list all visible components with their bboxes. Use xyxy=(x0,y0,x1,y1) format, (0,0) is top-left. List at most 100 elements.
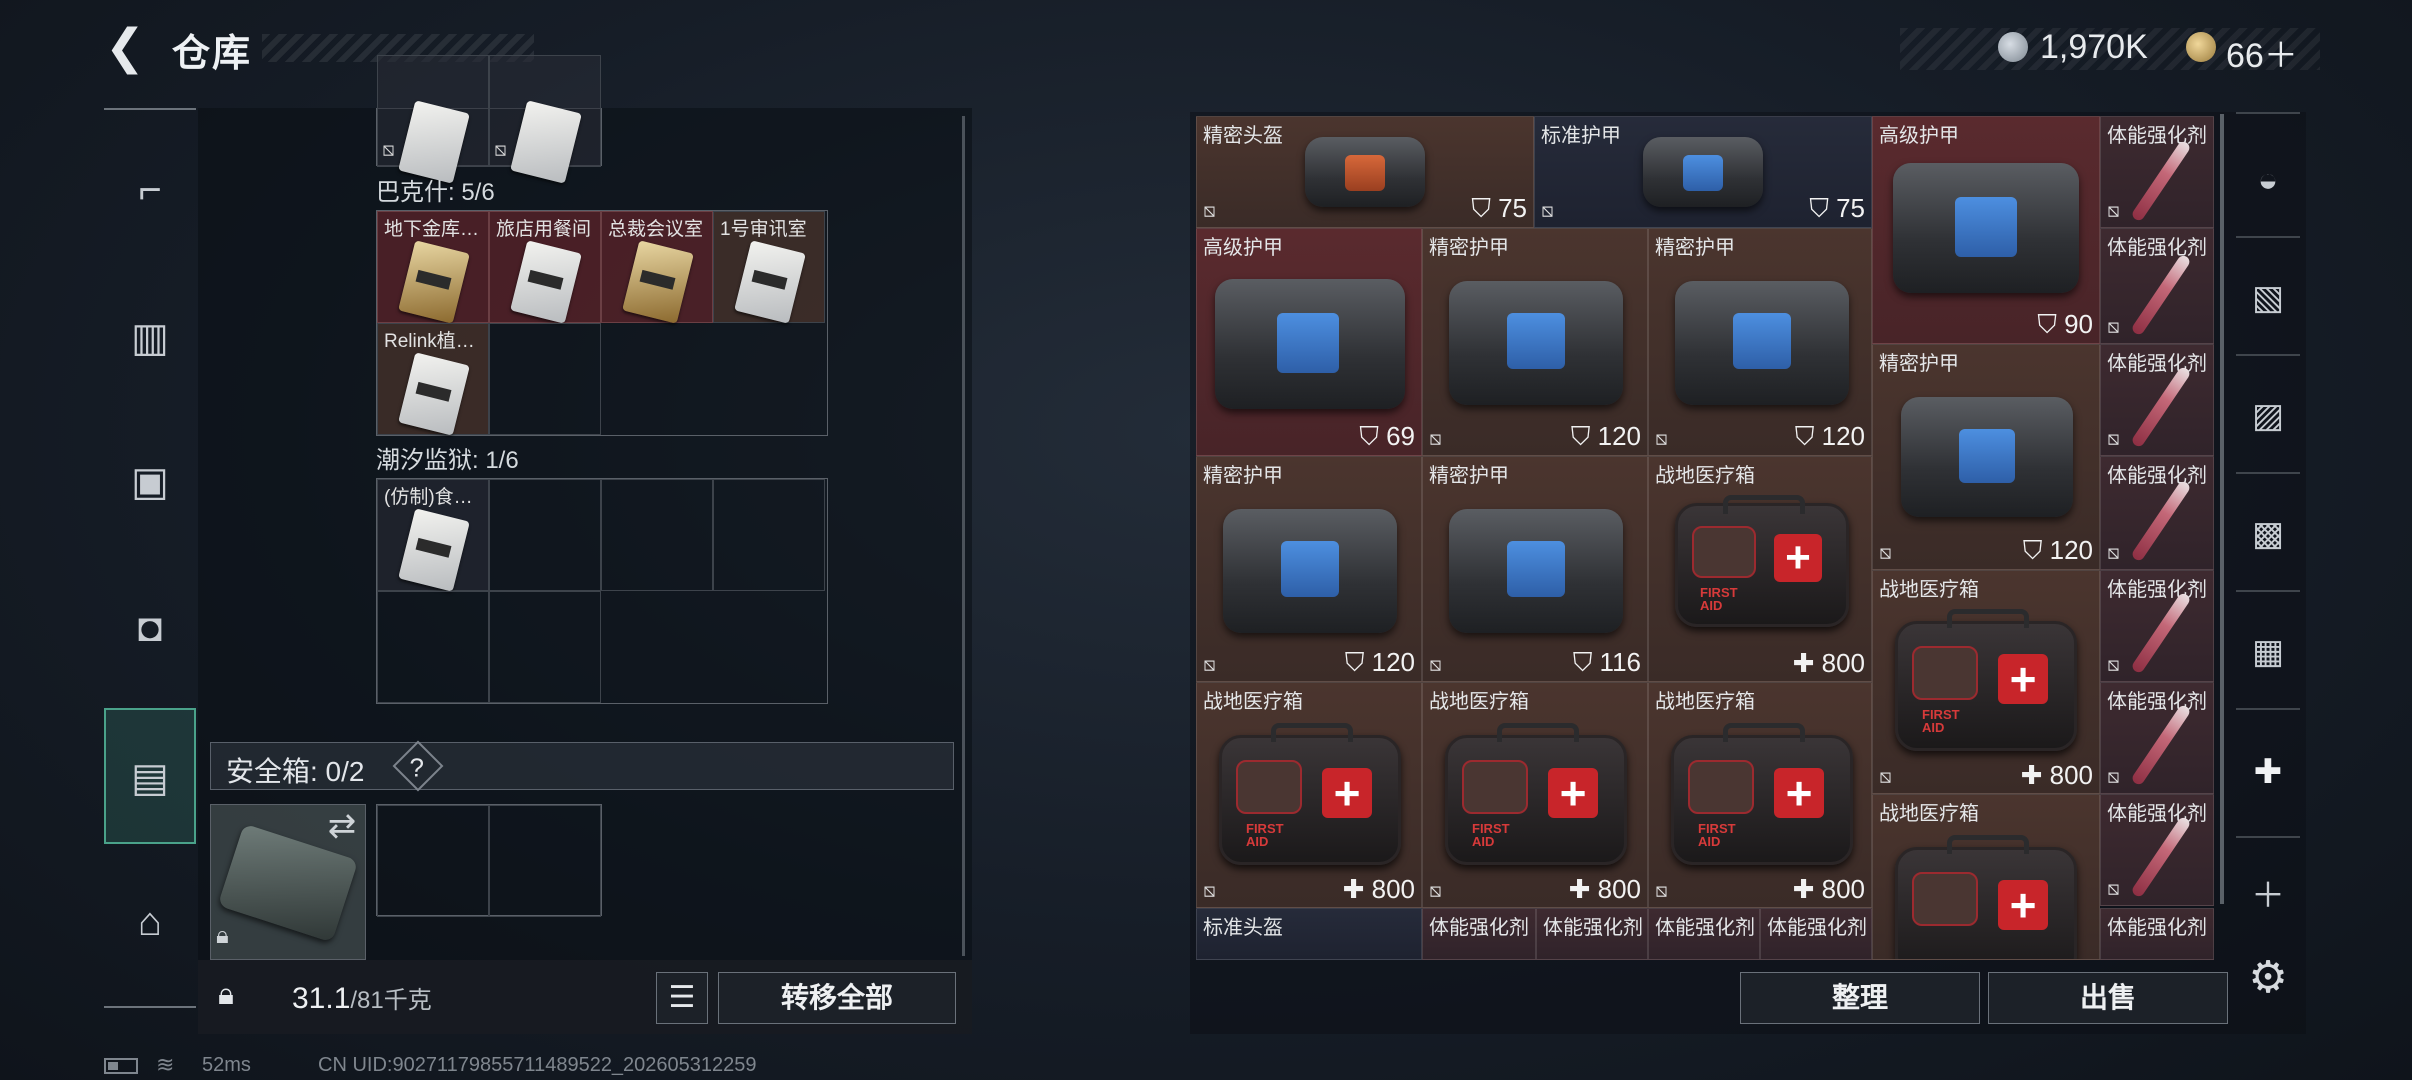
keycard-icon xyxy=(398,240,470,324)
durability: ⛉ 75 xyxy=(1809,193,1865,223)
key-card-slot[interactable]: 总裁会议室 xyxy=(601,211,713,324)
inventory-item[interactable]: 精密护甲 ⧅ ⛉ 116 xyxy=(1422,456,1648,682)
inventory-item[interactable]: 精密护甲 ⧅ ⛉ 120 xyxy=(1648,228,1872,456)
syringe-icon xyxy=(2130,591,2192,675)
heal-amount: ✚ 800 xyxy=(1568,874,1641,904)
inventory-item[interactable]: 高级护甲 ⛉ 90 xyxy=(1872,116,2100,344)
safe-case-icon[interactable]: ▤ xyxy=(104,708,196,844)
inventory-item[interactable]: 战地医疗箱 FIRST AID + ⧅ ✚ 800 xyxy=(1648,682,1872,908)
no-drop-icon: ⧅ xyxy=(2107,542,2120,564)
inventory-item[interactable]: 精密头盔 ⧅ ⛉ 75 xyxy=(1196,116,1534,228)
key-group-label: 潮汐监狱: 1/6 xyxy=(376,447,519,474)
inventory-item[interactable]: 精密护甲 ⧅ ⛉ 120 xyxy=(1196,456,1422,682)
inventory-item[interactable]: 体能强化剂 ⧅ xyxy=(2100,570,2214,682)
inventory-item[interactable]: 标准护甲 ⧅ ⛉ 75 xyxy=(1534,116,1872,228)
sort-button[interactable]: 整理 xyxy=(1740,972,1980,1024)
swap-icon[interactable]: ⇄ xyxy=(322,806,362,846)
key-group-grid: (仿制)食… xyxy=(376,478,828,704)
key-card-slot[interactable]: Relink植… xyxy=(377,323,489,436)
storage-scrollbar[interactable] xyxy=(962,116,965,956)
empty-slot[interactable] xyxy=(489,323,601,435)
settings-gear-icon[interactable]: ⚙ xyxy=(2236,946,2300,1010)
tier4-folder-icon[interactable]: ▨ xyxy=(2236,384,2300,448)
pistol-icon[interactable]: ⌐ xyxy=(104,144,196,236)
grid-cell[interactable]: ⧅ xyxy=(489,55,601,184)
heal-amount: ✚ 800 xyxy=(1792,648,1865,678)
empty-slot[interactable] xyxy=(489,805,601,917)
key-card-slot[interactable]: 1号审讯室 xyxy=(713,211,825,324)
vest-icon[interactable]: ▥ xyxy=(104,292,196,384)
inventory-item[interactable]: 体能强化剂 ⧅ xyxy=(2100,228,2214,344)
item-name: 精密护甲 xyxy=(1429,237,1509,259)
user-uid: CN UID:9027117985571148952​2_20260531225… xyxy=(318,1054,757,1076)
premium-coin-icon xyxy=(2186,32,2216,62)
inventory-item[interactable]: 战地医疗箱 FIRST AID + ✚ 800 xyxy=(1648,456,1872,682)
key-card-slot[interactable]: 旅店用餐间 xyxy=(489,211,601,324)
inventory-item[interactable]: 战地医疗箱 FIRST AID + ⧅ ✚ 800 xyxy=(1196,682,1422,908)
armor-icon xyxy=(1223,509,1397,633)
inventory-item[interactable]: 高级护甲 ⛉ 69 xyxy=(1196,228,1422,456)
durability: ⛉ 116 xyxy=(1572,647,1641,677)
back-arrow-icon[interactable]: ❮ xyxy=(100,20,150,76)
inventory-item[interactable]: 战地医疗箱 + xyxy=(1872,794,2100,960)
inventory-item[interactable]: 战地医疗箱 FIRST AID + ⧅ ✚ 800 xyxy=(1422,682,1648,908)
medkit-icon: FIRST AID + xyxy=(1219,735,1401,865)
inventory-item[interactable]: 体能强化剂 xyxy=(2100,908,2214,960)
empty-slot[interactable] xyxy=(713,479,825,591)
item-name: 战地医疗箱 xyxy=(1879,803,1979,825)
item-name: 体能强化剂 xyxy=(1543,917,1643,939)
inventory-item[interactable]: 体能强化剂 ⧅ xyxy=(2100,116,2214,228)
previous-group-grid: ⧅ ⧅ xyxy=(376,55,602,184)
no-drop-icon: ⧅ xyxy=(2107,428,2120,450)
empty-slot[interactable] xyxy=(377,805,489,917)
item-name: 标准头盔 xyxy=(1203,917,1283,939)
inventory-item[interactable]: 精密护甲 ⧅ ⛉ 120 xyxy=(1872,344,2100,570)
safe-box-label: 安全箱: 0/2 xyxy=(226,756,365,787)
bag-icon[interactable]: ◘ xyxy=(104,582,196,674)
item-name: 精密护甲 xyxy=(1879,353,1959,375)
item-name: 体能强化剂 xyxy=(2107,803,2207,825)
inventory-item[interactable]: 体能强化剂 ⧅ xyxy=(2100,344,2214,456)
empty-slot[interactable] xyxy=(489,591,601,703)
item-name: 高级护甲 xyxy=(1879,125,1959,147)
inventory-item[interactable]: 体能强化剂 xyxy=(1536,908,1648,960)
inventory-item[interactable]: 体能强化剂 ⧅ xyxy=(2100,456,2214,570)
syringe-icon xyxy=(2130,815,2192,899)
key-card-slot[interactable]: 地下金库… xyxy=(377,211,489,324)
no-drop-icon: ⧅ xyxy=(2107,316,2120,338)
item-name: 体能强化剂 xyxy=(2107,353,2207,375)
empty-slot[interactable] xyxy=(377,591,489,703)
tier3-device-icon[interactable]: ▦ xyxy=(2236,620,2300,684)
no-drop-icon: ⧅ xyxy=(1429,654,1442,676)
inventory-item[interactable]: 体能强化剂 xyxy=(1422,908,1536,960)
backpack-icon[interactable]: ▣ xyxy=(104,436,196,528)
no-drop-icon: ⧅ xyxy=(1203,880,1216,902)
currency-premium[interactable]: 66＋ xyxy=(2226,28,2298,77)
no-drop-icon: ⧅ xyxy=(1203,200,1216,222)
lock-icon: 🔒︎ xyxy=(216,922,229,949)
list-view-button[interactable]: ☰ xyxy=(656,972,708,1024)
transfer-all-button[interactable]: 转移全部 xyxy=(718,972,956,1024)
empty-slot[interactable] xyxy=(601,479,713,591)
empty-slot[interactable] xyxy=(489,479,601,591)
inventory-item[interactable]: 体能强化剂 xyxy=(1760,908,1872,960)
durability: ⛉ 120 xyxy=(1344,647,1415,677)
inventory-item[interactable]: 精密护甲 ⧅ ⛉ 120 xyxy=(1422,228,1648,456)
item-name: 精密护甲 xyxy=(1655,237,1735,259)
helmet-filter-icon[interactable]: ◒ xyxy=(2236,148,2300,212)
tier4-device-icon[interactable]: ▩ xyxy=(2236,502,2300,566)
sell-button[interactable]: 出售 xyxy=(1988,972,2228,1024)
grid-cell[interactable]: ⧅ xyxy=(377,55,489,184)
inventory-item[interactable]: 体能强化剂 xyxy=(1648,908,1760,960)
key-card-slot[interactable]: (仿制)食… xyxy=(377,479,489,592)
add-filter-icon[interactable]: ＋ xyxy=(2236,864,2300,928)
inventory-item[interactable]: 体能强化剂 ⧅ xyxy=(2100,794,2214,906)
weight-value: 31.1/81千克 xyxy=(292,980,432,1016)
tier4-medkit-icon[interactable]: ✚ xyxy=(2236,740,2300,804)
tier3-container-icon[interactable]: ▧ xyxy=(2236,266,2300,330)
inventory-item[interactable]: 体能强化剂 ⧅ xyxy=(2100,682,2214,794)
inventory-item[interactable]: 战地医疗箱 FIRST AID + ⧅ ✚ 800 xyxy=(1872,570,2100,794)
inventory-item[interactable]: 标准头盔 xyxy=(1196,908,1422,960)
inventory-scrollbar[interactable] xyxy=(2220,114,2224,904)
toolbox-icon[interactable]: ⌂ xyxy=(104,876,196,968)
